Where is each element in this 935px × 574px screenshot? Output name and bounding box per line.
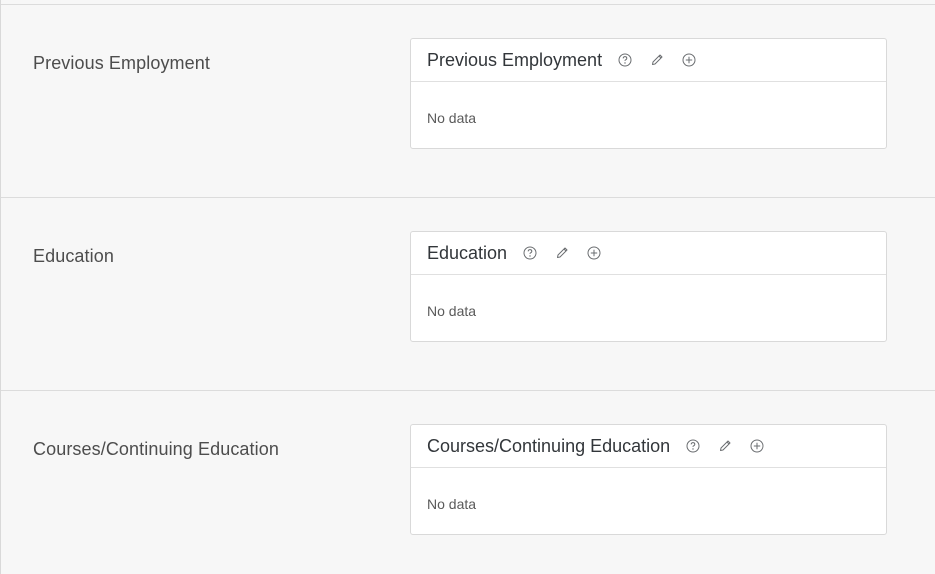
section-label: Education <box>33 246 114 266</box>
courses-continuing-education-card: Courses/Continuing Education No data <box>410 424 887 535</box>
edit-icon[interactable] <box>650 53 664 67</box>
card-header: Courses/Continuing Education <box>411 425 886 468</box>
edit-icon[interactable] <box>555 246 569 260</box>
card-header: Previous Employment <box>411 39 886 82</box>
section-label: Previous Employment <box>33 53 210 73</box>
page: Previous Employment Previous Employment … <box>0 0 935 574</box>
help-icon[interactable] <box>618 53 632 67</box>
no-data-text: No data <box>427 110 477 126</box>
section-education: Education Education No data <box>1 198 935 391</box>
edit-icon[interactable] <box>718 439 732 453</box>
add-icon[interactable] <box>587 246 601 260</box>
no-data-text: No data <box>427 496 477 512</box>
section-label: Courses/Continuing Education <box>33 439 279 459</box>
previous-employment-card: Previous Employment No data <box>410 38 887 149</box>
card-title: Education <box>427 242 508 263</box>
add-icon[interactable] <box>682 53 696 67</box>
section-courses-continuing-education: Courses/Continuing Education Courses/Con… <box>1 391 935 574</box>
section-previous-employment: Previous Employment Previous Employment … <box>1 5 935 198</box>
card-title: Courses/Continuing Education <box>427 435 671 456</box>
education-card: Education No data <box>410 231 887 342</box>
card-header: Education <box>411 232 886 275</box>
no-data-text: No data <box>427 303 477 319</box>
help-icon[interactable] <box>523 246 537 260</box>
add-icon[interactable] <box>750 439 764 453</box>
card-title: Previous Employment <box>427 49 603 70</box>
help-icon[interactable] <box>686 439 700 453</box>
